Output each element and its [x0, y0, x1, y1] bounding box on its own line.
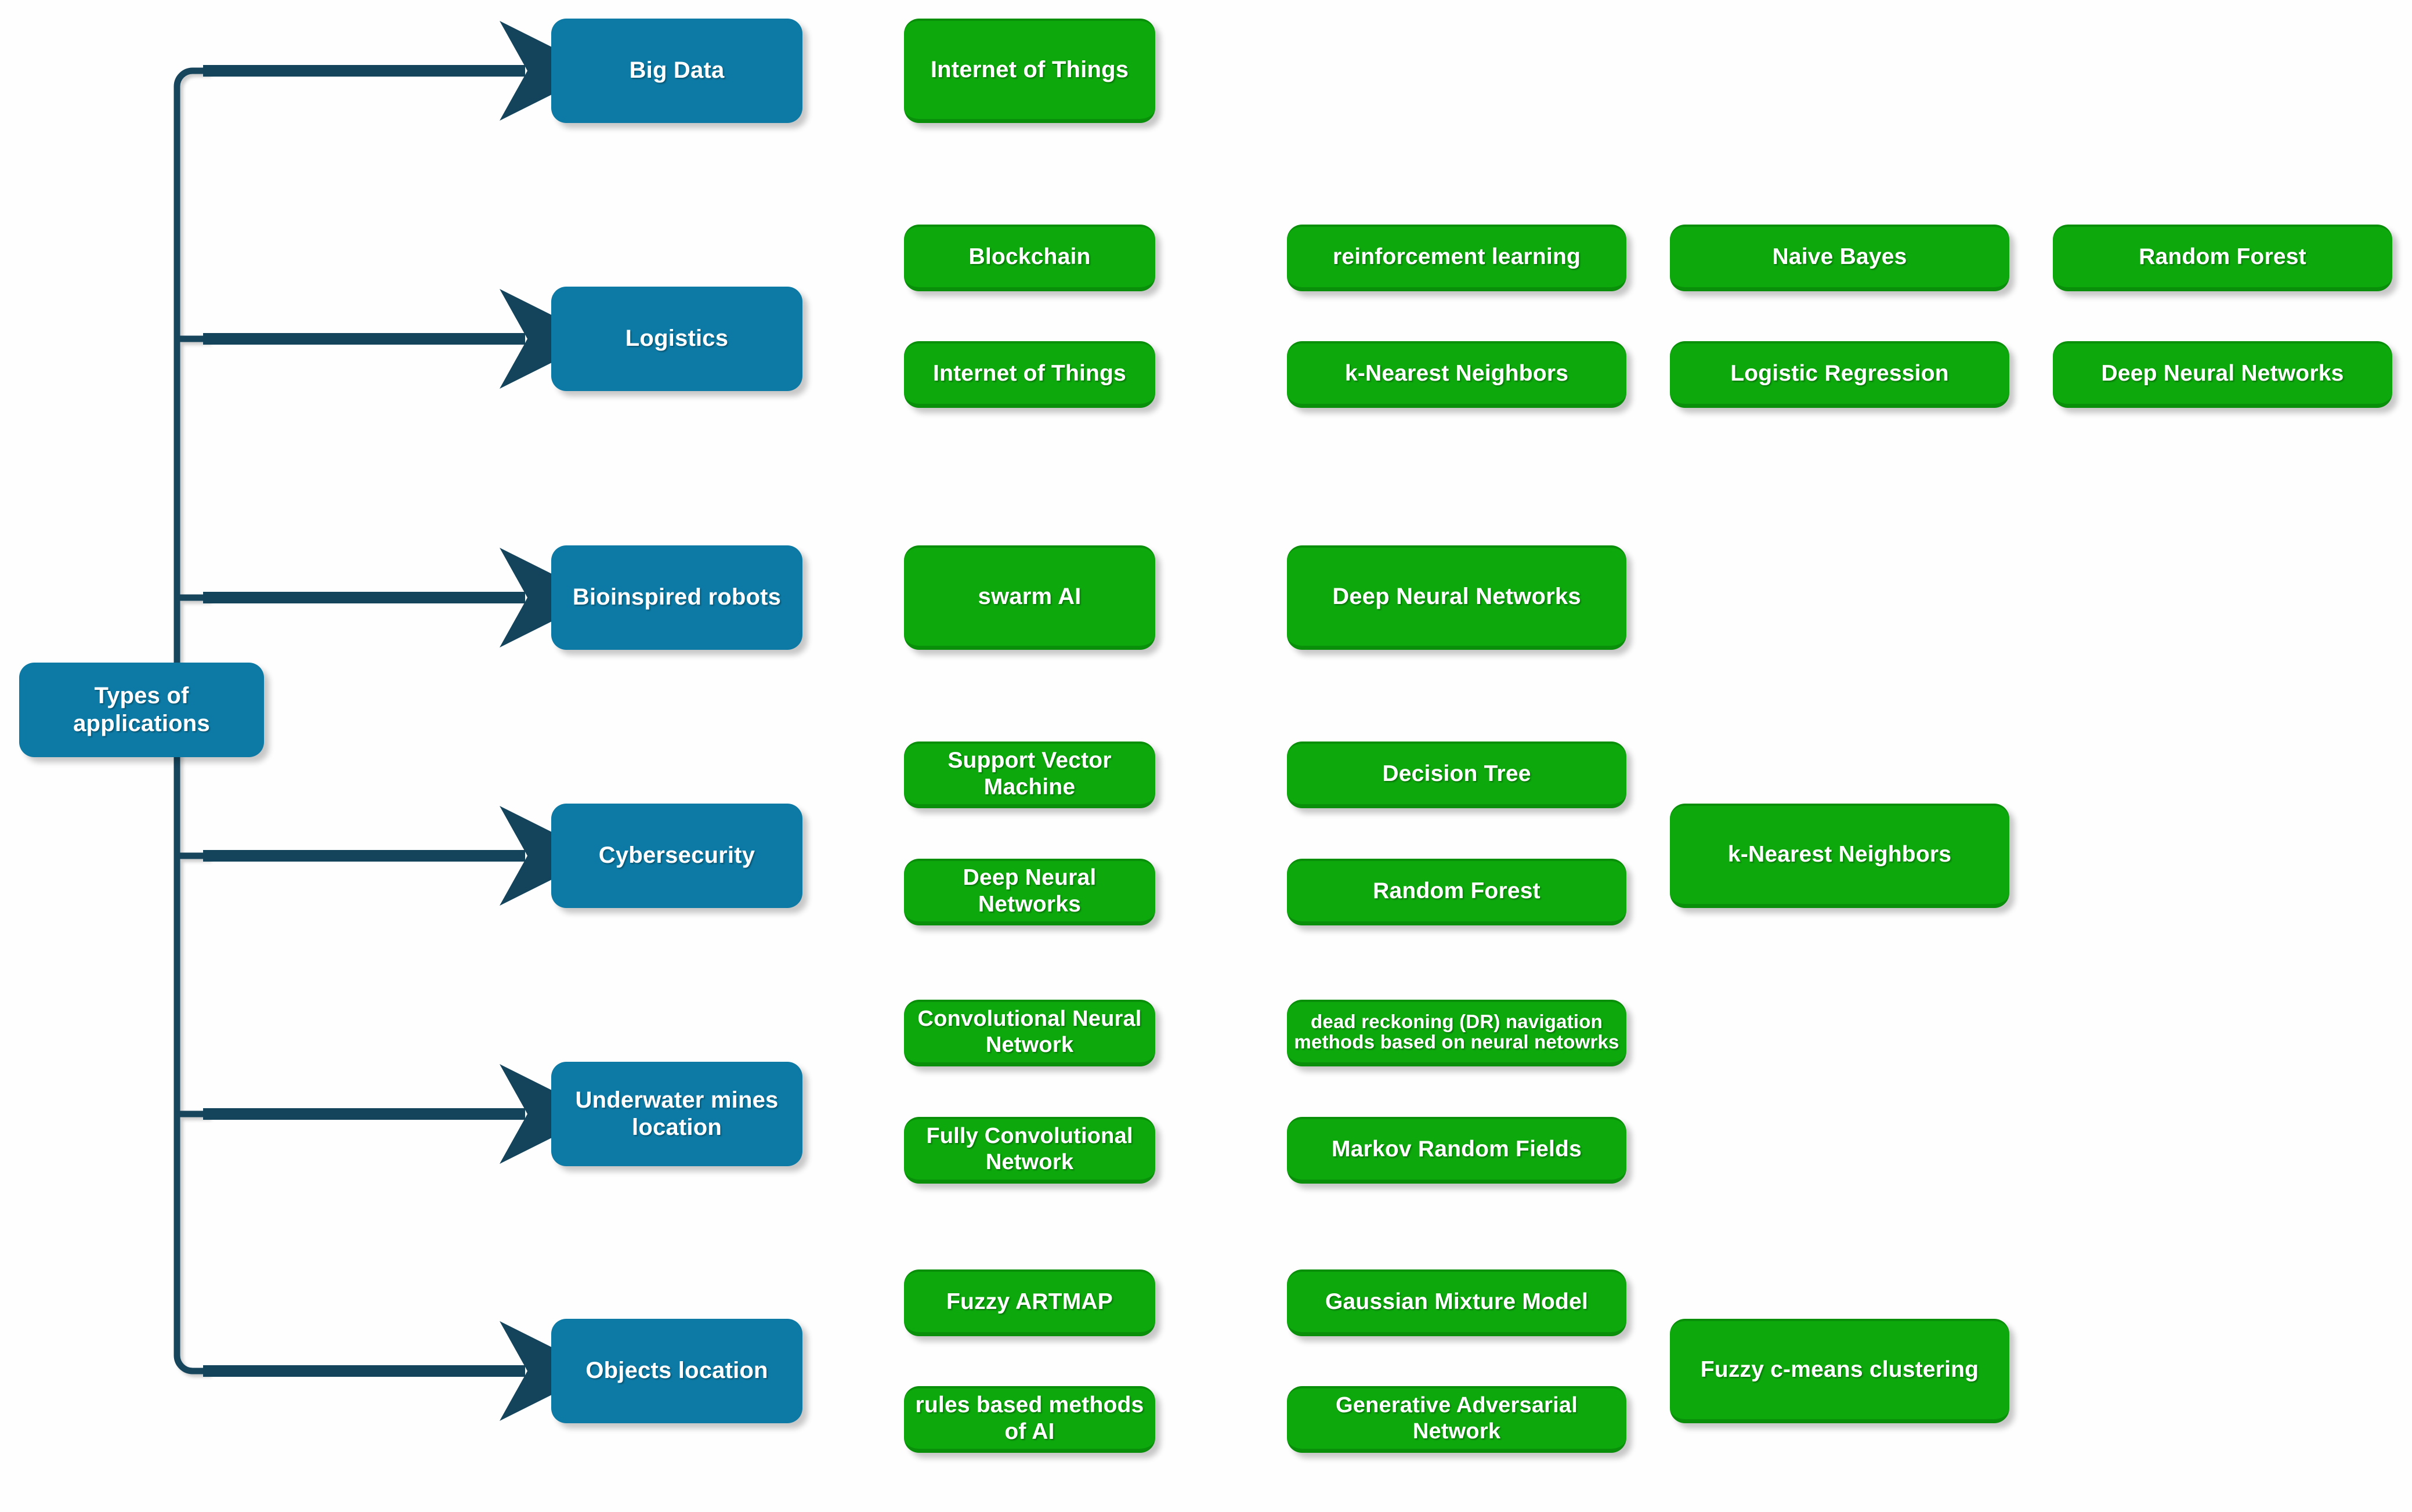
method-node-deep-neural-networks[interactable]: Deep Neural Networks: [1287, 545, 1626, 650]
method-node-fully-convolutional-network[interactable]: Fully Convolutional Network: [904, 1117, 1155, 1184]
method-node-label: reinforcement learning: [1332, 244, 1581, 269]
method-node-label: dead reckoning (DR) navigation methods b…: [1294, 1011, 1619, 1052]
category-node-label: Big Data: [629, 57, 725, 84]
method-node-label: Random Forest: [1373, 878, 1541, 903]
category-node-logistics[interactable]: Logistics: [551, 287, 802, 391]
method-node-fuzzy-artmap[interactable]: Fuzzy ARTMAP: [904, 1269, 1155, 1336]
method-node-internet-of-things[interactable]: Internet of Things: [904, 341, 1155, 408]
method-node-decision-tree[interactable]: Decision Tree: [1287, 741, 1626, 808]
category-node-bioinspired-robots[interactable]: Bioinspired robots: [551, 545, 802, 650]
method-node-gaussian-mixture-model[interactable]: Gaussian Mixture Model: [1287, 1269, 1626, 1336]
method-node-generative-adversarial-network[interactable]: Generative Adversarial Network: [1287, 1386, 1626, 1453]
method-node-random-forest[interactable]: Random Forest: [1287, 859, 1626, 925]
method-node-dead-reckoning-navigation[interactable]: dead reckoning (DR) navigation methods b…: [1287, 1000, 1626, 1066]
method-node-internet-of-things[interactable]: Internet of Things: [904, 19, 1155, 123]
method-node-label: swarm AI: [978, 583, 1082, 609]
method-node-label: k-Nearest Neighbors: [1344, 360, 1569, 386]
method-node-deep-neural-networks[interactable]: Deep Neural Networks: [2053, 341, 2392, 408]
method-node-label: Deep Neural Networks: [2101, 360, 2344, 386]
method-node-label: Fuzzy ARTMAP: [946, 1289, 1113, 1314]
category-node-cybersecurity[interactable]: Cybersecurity: [551, 804, 802, 908]
category-node-label: Cybersecurity: [598, 842, 755, 869]
category-node-label: Bioinspired robots: [572, 584, 782, 610]
method-node-markov-random-fields[interactable]: Markov Random Fields: [1287, 1117, 1626, 1184]
method-node-deep-neural-networks[interactable]: Deep Neural Networks: [904, 859, 1155, 925]
method-node-label: Internet of Things: [933, 360, 1126, 386]
method-node-label: Fully Convolutional Network: [926, 1124, 1133, 1174]
method-node-label: Random Forest: [2139, 244, 2306, 269]
method-node-label: rules based methods of AI: [915, 1392, 1144, 1444]
method-node-label: Markov Random Fields: [1332, 1136, 1582, 1162]
category-node-underwater-mines-location[interactable]: Underwater mines location: [551, 1062, 802, 1166]
method-node-swarm-ai[interactable]: swarm AI: [904, 545, 1155, 650]
method-node-random-forest[interactable]: Random Forest: [2053, 225, 2392, 291]
category-node-big-data[interactable]: Big Data: [551, 19, 802, 123]
category-node-label: Underwater mines location: [575, 1087, 779, 1140]
method-node-k-nearest-neighbors[interactable]: k-Nearest Neighbors: [1287, 341, 1626, 408]
method-node-label: Blockchain: [968, 244, 1091, 269]
method-node-blockchain[interactable]: Blockchain: [904, 225, 1155, 291]
method-node-rules-based-methods-of-ai[interactable]: rules based methods of AI: [904, 1386, 1155, 1453]
method-node-label: Naive Bayes: [1772, 244, 1907, 269]
method-node-logistic-regression[interactable]: Logistic Regression: [1670, 341, 2009, 408]
method-node-label: Deep Neural Networks: [963, 864, 1097, 917]
method-node-fuzzy-c-means-clustering[interactable]: Fuzzy c-means clustering: [1670, 1319, 2009, 1423]
category-node-objects-location[interactable]: Objects location: [551, 1319, 802, 1423]
method-node-label: Convolutional Neural Network: [917, 1007, 1142, 1057]
method-node-support-vector-machine[interactable]: Support Vector Machine: [904, 741, 1155, 808]
method-node-k-nearest-neighbors[interactable]: k-Nearest Neighbors: [1670, 804, 2009, 908]
method-node-label: Generative Adversarial Network: [1335, 1393, 1578, 1444]
method-node-label: Gaussian Mixture Model: [1325, 1289, 1588, 1314]
method-node-label: Internet of Things: [930, 56, 1129, 82]
method-node-convolutional-neural-network[interactable]: Convolutional Neural Network: [904, 1000, 1155, 1066]
method-node-reinforcement-learning[interactable]: reinforcement learning: [1287, 225, 1626, 291]
method-node-label: Logistic Regression: [1730, 360, 1949, 386]
category-node-label: Logistics: [625, 325, 729, 352]
connector-tree: [173, 21, 599, 1421]
method-node-naive-bayes[interactable]: Naive Bayes: [1670, 225, 2009, 291]
method-node-label: Deep Neural Networks: [1332, 583, 1581, 609]
root-node-label: Types of applications: [73, 683, 210, 736]
method-node-label: k-Nearest Neighbors: [1727, 842, 1952, 867]
diagram-canvas: Types of applications Big Data Internet …: [0, 0, 2412, 1512]
method-node-label: Fuzzy c-means clustering: [1700, 1357, 1979, 1383]
method-node-label: Support Vector Machine: [948, 747, 1112, 800]
category-node-label: Objects location: [585, 1358, 768, 1384]
method-node-label: Decision Tree: [1382, 761, 1531, 786]
root-node-types-of-applications[interactable]: Types of applications: [19, 663, 264, 757]
